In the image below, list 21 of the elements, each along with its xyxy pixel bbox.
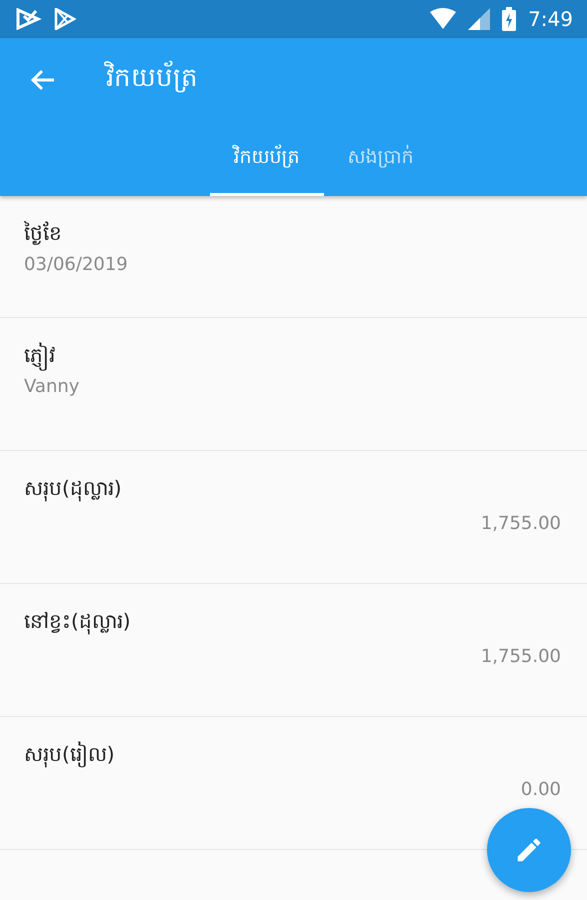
field-value: Vanny — [24, 376, 80, 397]
field-value: 03/06/2019 — [24, 254, 128, 275]
amount-value: 0.00 — [520, 779, 561, 800]
page-title: វិកយប័ត្រ — [106, 61, 198, 99]
status-time: 7:49 — [528, 7, 573, 31]
field-label: សរុប(រៀល) — [24, 741, 115, 770]
back-arrow-icon — [30, 68, 56, 92]
amount-value: 1,755.00 — [480, 513, 561, 534]
tab[interactable]: សងប្រាក់ — [324, 122, 438, 196]
edit-button[interactable] — [487, 808, 571, 892]
field-label: នៅខ្វះ(ដុល្លារ) — [24, 608, 131, 636]
field-label: ភ្ញៀវ — [24, 342, 55, 372]
tab[interactable]: វិកយប័ត្រ — [210, 122, 324, 196]
notification-icon — [16, 8, 42, 30]
field-label: សរុប(ដុល្លារ) — [24, 475, 122, 504]
amount-value: 1,755.00 — [480, 646, 561, 667]
wifi-icon — [430, 8, 456, 30]
field-label: ថ្ងៃខែ — [24, 220, 62, 247]
play-store-icon — [54, 8, 76, 30]
battery-icon — [502, 7, 516, 31]
signal-icon — [468, 8, 490, 30]
